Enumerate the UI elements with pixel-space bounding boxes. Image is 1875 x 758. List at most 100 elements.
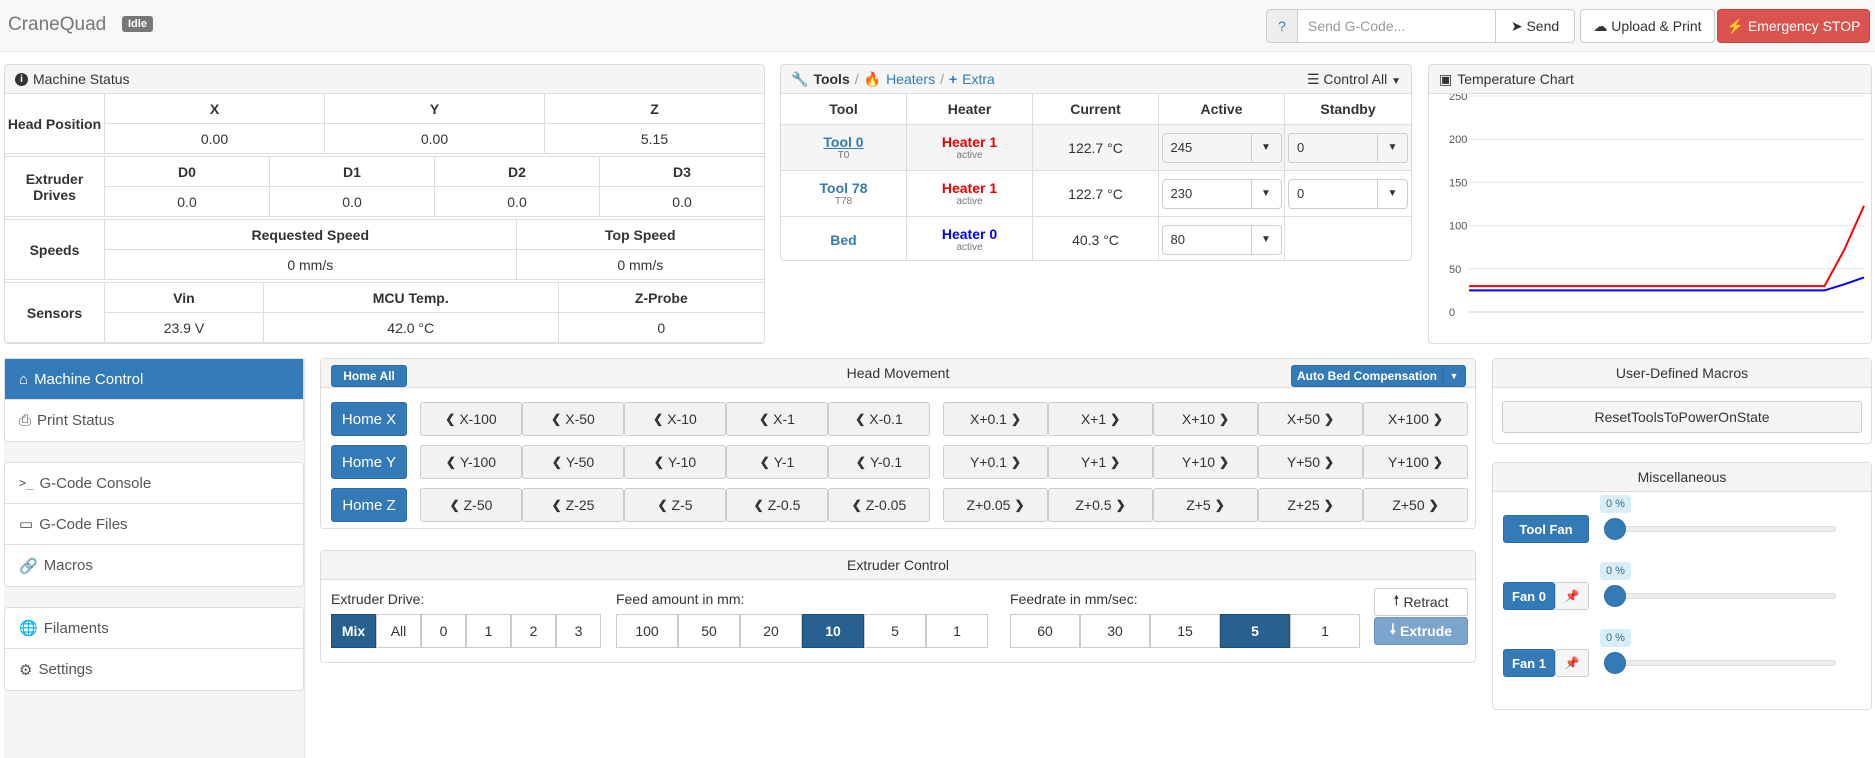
heater-name[interactable]: Heater 1 [942,180,997,196]
move-button[interactable]: Z+0.5 ❯ [1048,488,1153,522]
sidebar-item-gcode-files[interactable]: ▭ G-Code Files [5,504,303,545]
extruder-drive-button[interactable]: 0 [421,614,466,648]
feedrate-button[interactable]: 60 [1010,614,1080,648]
extrude-button[interactable]: 🠗 Extrude [1374,617,1468,645]
feedrate-button[interactable]: 1 [1290,614,1360,648]
fan-slider-handle[interactable] [1604,518,1626,540]
move-button[interactable]: Y+100 ❯ [1363,445,1468,479]
extruder-drive-button[interactable]: Mix [331,614,376,648]
move-button[interactable]: ❮ Y-100 [420,445,522,479]
extruder-drive-button[interactable]: 1 [466,614,511,648]
emergency-stop-button[interactable]: ⚡ Emergency STOP [1717,9,1870,43]
fan-slider-handle[interactable] [1604,652,1626,674]
sidebar-item-settings[interactable]: ⚙ Settings [5,649,303,690]
home-x-button[interactable]: Home X [331,402,407,436]
move-button[interactable]: Z+0.05 ❯ [943,488,1048,522]
pin-button[interactable]: 📌 [1555,582,1589,610]
fan-slider-track[interactable] [1606,526,1836,532]
feed-amount-button[interactable]: 100 [616,614,678,648]
heater-name[interactable]: Heater 1 [942,134,997,150]
tab-heaters[interactable]: Heaters [886,71,935,87]
fan-toggle-button[interactable]: Fan 1 [1503,649,1555,677]
extruder-drive-button[interactable]: All [376,614,421,648]
standby-temp-select[interactable]: 0 ▼ [1288,132,1408,163]
move-button[interactable]: ❮ X-50 [522,402,624,436]
feedrate-button[interactable]: 30 [1080,614,1150,648]
gcode-help-button[interactable]: ? [1266,9,1298,43]
sidebar-item-print-status[interactable]: ⎙ Print Status [5,400,303,441]
feed-amount-button[interactable]: 1 [926,614,988,648]
tool-0-link[interactable]: Tool 0 [823,134,863,150]
move-button[interactable]: ❮ X-10 [624,402,726,436]
move-button[interactable]: Y+50 ❯ [1258,445,1363,479]
tab-tools[interactable]: Tools [813,71,849,87]
sidebar-item-macros[interactable]: 🔗 Macros [5,545,303,586]
caret-down-icon[interactable]: ▼ [1377,179,1407,208]
standby-temp-select[interactable]: 0 ▼ [1288,178,1408,209]
move-button[interactable]: Z+50 ❯ [1363,488,1468,522]
move-button[interactable]: ❮ Y-1 [726,445,828,479]
heater-name[interactable]: Heater 0 [942,226,997,242]
feedrate-button[interactable]: 5 [1220,614,1290,648]
move-button[interactable]: Y+0.1 ❯ [943,445,1048,479]
active-temp-select[interactable]: 80 ▼ [1161,224,1282,255]
tab-extra[interactable]: Extra [962,71,995,87]
move-button[interactable]: ❮ Y-0.1 [828,445,930,479]
move-button[interactable]: X+100 ❯ [1363,402,1468,436]
move-button[interactable]: ❮ Z-0.5 [726,488,828,522]
move-button[interactable]: Z+5 ❯ [1153,488,1258,522]
home-z-button[interactable]: Home Z [331,488,407,522]
control-all-dropdown[interactable]: ☰ Control All ▼ [1307,71,1401,88]
caret-down-icon[interactable]: ▼ [1377,133,1407,162]
move-button[interactable]: ❮ X-0.1 [828,402,930,436]
sidebar-item-machine-control[interactable]: ⌂ Machine Control [5,359,303,400]
feed-amount-button[interactable]: 10 [802,614,864,648]
move-button[interactable]: ❮ Y-50 [522,445,624,479]
fan-toggle-button[interactable]: Tool Fan [1503,515,1589,543]
move-button[interactable]: ❮ Z-0.05 [828,488,930,522]
tool-78-link[interactable]: Tool 78 [820,180,868,196]
move-button[interactable]: ❮ X-1 [726,402,828,436]
extruder-drive-button[interactable]: 3 [556,614,601,648]
move-button[interactable]: ❮ Z-5 [624,488,726,522]
auto-bed-compensation-button[interactable]: Auto Bed Compensation [1291,365,1443,387]
caret-down-icon[interactable]: ▼ [1250,179,1281,208]
caret-down-icon[interactable]: ▼ [1250,133,1281,162]
move-button[interactable]: ❮ X-100 [420,402,522,436]
auto-bed-dropdown[interactable]: ▼ [1442,365,1466,387]
home-y-button[interactable]: Home Y [331,445,407,479]
sidebar-item-gcode-console[interactable]: >_ G-Code Console [5,463,303,504]
upload-print-button[interactable]: ☁ Upload & Print [1580,9,1715,43]
caret-down-icon[interactable]: ▼ [1250,225,1281,254]
move-button[interactable]: X+10 ❯ [1153,402,1258,436]
gcode-input[interactable] [1297,9,1496,43]
fan-slider-track[interactable] [1606,660,1836,666]
bed-link[interactable]: Bed [830,232,856,248]
sidebar-item-filaments[interactable]: 🌐 Filaments [5,608,303,649]
move-button[interactable]: Y+10 ❯ [1153,445,1258,479]
retract-button[interactable]: 🠕 Retract [1374,588,1468,616]
send-button[interactable]: ➤ Send [1495,9,1575,43]
move-button[interactable]: ❮ Z-50 [420,488,522,522]
move-button[interactable]: Z+25 ❯ [1258,488,1363,522]
feed-amount-button[interactable]: 20 [740,614,802,648]
move-button[interactable]: X+1 ❯ [1048,402,1153,436]
feed-amount-button[interactable]: 50 [678,614,740,648]
home-all-button[interactable]: Home All [331,365,407,387]
fan-slider-handle[interactable] [1604,585,1626,607]
macro-button[interactable]: ResetToolsToPowerOnState [1502,401,1862,433]
extruder-drive-button[interactable]: 2 [511,614,556,648]
feedrate-button[interactable]: 15 [1150,614,1220,648]
move-button[interactable]: ❮ Z-25 [522,488,624,522]
move-button[interactable]: X+0.1 ❯ [943,402,1048,436]
fan-toggle-button[interactable]: Fan 0 [1503,582,1555,610]
active-temp-select[interactable]: 230 ▼ [1161,178,1282,209]
move-button[interactable]: X+50 ❯ [1258,402,1363,436]
move-button[interactable]: ❮ Y-10 [624,445,726,479]
fan-slider-track[interactable] [1606,593,1836,599]
move-button[interactable]: Y+1 ❯ [1048,445,1153,479]
pin-button[interactable]: 📌 [1555,649,1589,677]
chevron-right-icon: ❯ [1115,498,1126,512]
active-temp-select[interactable]: 245 ▼ [1161,132,1282,163]
feed-amount-button[interactable]: 5 [864,614,926,648]
